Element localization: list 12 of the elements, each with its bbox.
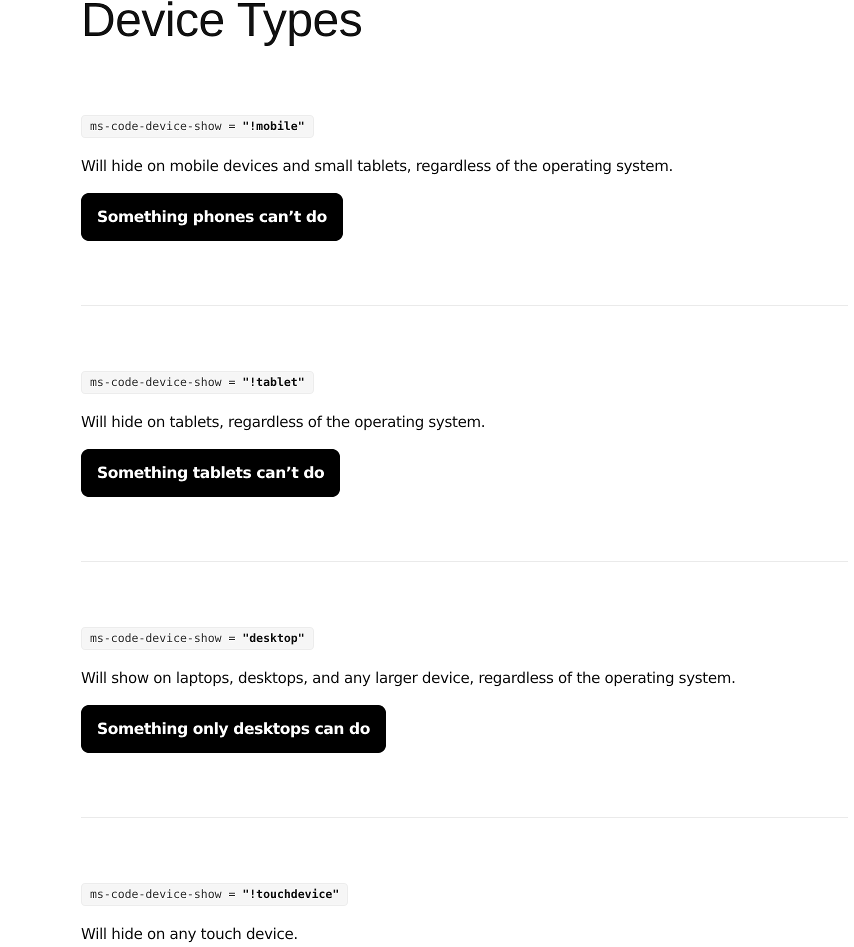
description-text: Will show on laptops, desktops, and any larger device, regardless of the operating system.: [81, 668, 736, 689]
demo-button[interactable]: Something only desktops can do: [81, 705, 386, 753]
demo-button[interactable]: Something tablets can’t do: [81, 449, 340, 497]
description-text: Will hide on mobile devices and small tablets, regardless of the operating system.: [81, 156, 673, 177]
code-snippet: ms-code-device-show = "!touchdevice": [81, 883, 348, 906]
code-snippet: ms-code-device-show = "desktop": [81, 627, 314, 650]
demo-button[interactable]: Something phones can’t do: [81, 193, 343, 241]
description-text: Will hide on tablets, regardless of the operating system.: [81, 412, 486, 433]
description-text: Will hide on any touch device.: [81, 924, 298, 945]
code-snippet: ms-code-device-show = "!mobile": [81, 115, 314, 138]
code-snippet: ms-code-device-show = "!tablet": [81, 371, 314, 394]
page-title: Device Types: [81, 0, 364, 49]
